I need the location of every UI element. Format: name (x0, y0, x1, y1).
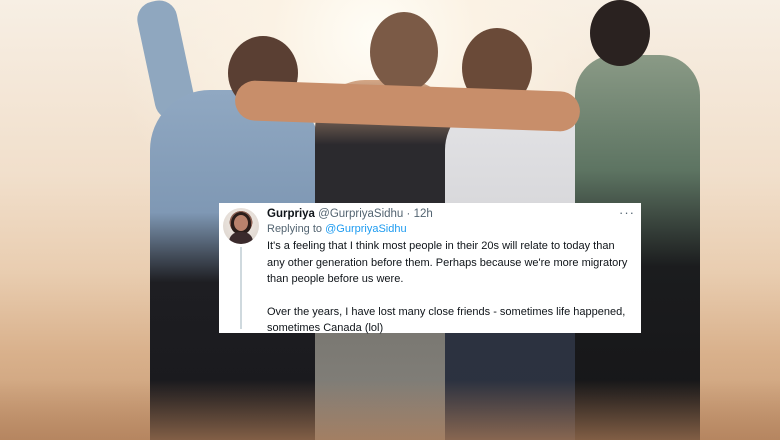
tweet-time[interactable]: 12h (414, 208, 433, 220)
tweet-card[interactable]: Gurpriya @GurpriyaSidhu · 12h Replying t… (219, 203, 641, 334)
person-head (590, 0, 650, 66)
display-name[interactable]: Gurpriya (267, 208, 315, 220)
avatar-face (234, 215, 248, 231)
tweet-paragraph: Over the years, I have lost many close f… (267, 305, 626, 335)
tweet-content: Gurpriya @GurpriyaSidhu · 12h Replying t… (267, 207, 632, 337)
replying-prefix: Replying to (267, 223, 323, 235)
tweet-header: Gurpriya @GurpriyaSidhu · 12h (267, 207, 632, 222)
tweet-paragraph: It's a feeling that I think most people … (267, 240, 628, 285)
ground (0, 380, 780, 440)
avatar-body (229, 232, 253, 244)
separator-dot: · (406, 208, 411, 220)
more-options-icon[interactable]: ··· (619, 205, 635, 220)
avatar[interactable] (223, 208, 259, 244)
person-head (370, 12, 438, 92)
replying-to: Replying to @GurpriyaSidhu (267, 222, 632, 237)
replying-handle-link[interactable]: @GurpriyaSidhu (325, 223, 406, 235)
user-handle[interactable]: @GurpriyaSidhu (318, 208, 403, 220)
thread-line (240, 247, 242, 329)
tweet-text: It's a feeling that I think most people … (267, 238, 632, 337)
